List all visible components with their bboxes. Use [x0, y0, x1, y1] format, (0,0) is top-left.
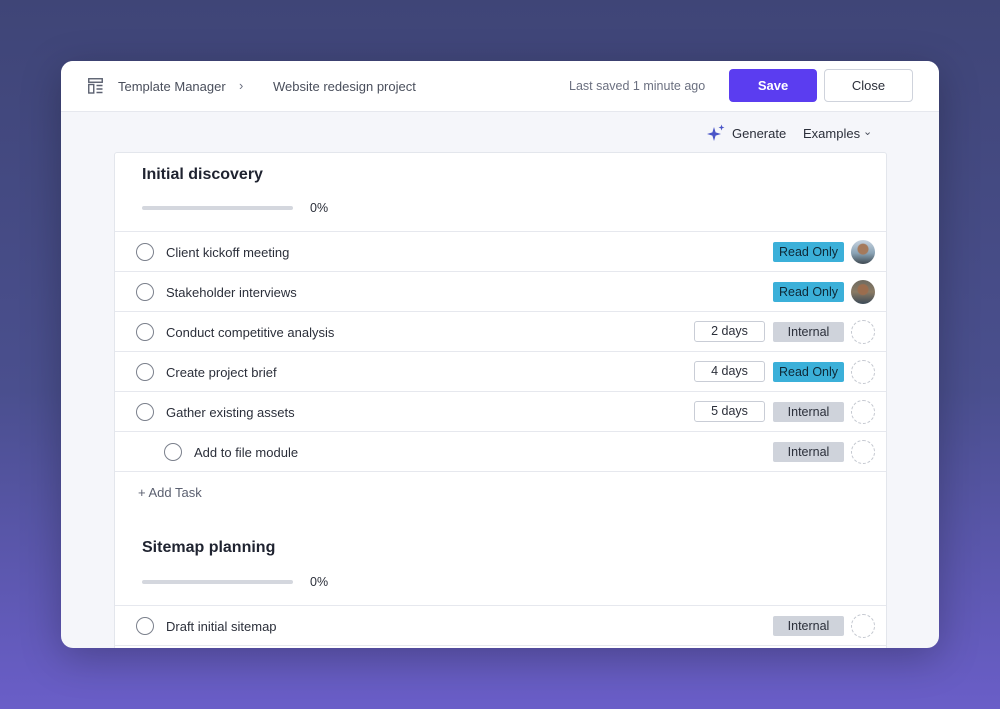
duration-field[interactable]: 2 days: [694, 321, 765, 342]
visibility-badge[interactable]: Internal: [773, 322, 844, 342]
section-progress-value: 0%: [310, 201, 329, 215]
task-row: Create project brief 4 days Read Only: [115, 351, 886, 391]
visibility-badge[interactable]: Read Only: [773, 282, 844, 302]
task-row: Stakeholder interviews Read Only: [115, 271, 886, 311]
section-progress-bar: [142, 206, 293, 210]
task-label[interactable]: Conduct competitive analysis: [166, 325, 334, 340]
duration-field[interactable]: 5 days: [694, 401, 765, 422]
task-label[interactable]: Client kickoff meeting: [166, 245, 289, 260]
subtask-row: Add to file module Internal: [115, 431, 886, 471]
generate-label: Generate: [732, 125, 787, 141]
sparkle-icon: [707, 124, 725, 141]
examples-dropdown[interactable]: Examples: [803, 126, 860, 141]
breadcrumb-template-manager[interactable]: Template Manager: [118, 79, 226, 94]
visibility-badge[interactable]: Internal: [773, 442, 844, 462]
visibility-badge[interactable]: Internal: [773, 616, 844, 636]
task-checkbox[interactable]: [136, 283, 154, 301]
divider: [115, 471, 886, 472]
assign-user-placeholder[interactable]: [851, 320, 875, 344]
visibility-badge[interactable]: Read Only: [773, 242, 844, 262]
duration-field[interactable]: 4 days: [694, 361, 765, 382]
template-editor-window: Template Manager › Website redesign proj…: [61, 61, 939, 648]
chevron-down-icon[interactable]: ⌄: [863, 125, 872, 138]
template-icon: [88, 78, 103, 94]
close-button[interactable]: Close: [824, 69, 913, 102]
section-title: Sitemap planning: [142, 539, 276, 556]
visibility-badge[interactable]: Internal: [773, 402, 844, 422]
assign-user-placeholder[interactable]: [851, 440, 875, 464]
task-row: Client kickoff meeting Read Only: [115, 231, 886, 271]
task-checkbox[interactable]: [136, 363, 154, 381]
task-label[interactable]: Create project brief: [166, 365, 277, 380]
task-row: [115, 645, 886, 648]
assign-user-placeholder[interactable]: [851, 614, 875, 638]
task-label[interactable]: Stakeholder interviews: [166, 285, 297, 300]
task-label[interactable]: Gather existing assets: [166, 405, 295, 420]
assignee-avatar[interactable]: [851, 240, 875, 264]
breadcrumb-chevron-icon: ›: [239, 78, 244, 93]
task-label[interactable]: Add to file module: [194, 445, 298, 460]
task-row: Gather existing assets 5 days Internal: [115, 391, 886, 431]
task-checkbox[interactable]: [136, 617, 154, 635]
assign-user-placeholder[interactable]: [851, 360, 875, 384]
breadcrumb-current-page: Website redesign project: [273, 79, 416, 94]
task-checkbox[interactable]: [164, 443, 182, 461]
top-bar: Template Manager › Website redesign proj…: [61, 61, 939, 112]
assign-user-placeholder[interactable]: [851, 400, 875, 424]
task-row: Conduct competitive analysis 2 days Inte…: [115, 311, 886, 351]
task-label[interactable]: Draft initial sitemap: [166, 619, 277, 634]
assignee-avatar[interactable]: [851, 280, 875, 304]
task-checkbox[interactable]: [136, 403, 154, 421]
task-list-card: Initial discovery 0% Client kickoff meet…: [114, 152, 887, 648]
task-checkbox[interactable]: [136, 243, 154, 261]
add-task-button[interactable]: + Add Task: [138, 485, 202, 500]
save-button[interactable]: Save: [729, 69, 817, 102]
generate-button[interactable]: Generate: [707, 123, 786, 143]
section-progress-bar: [142, 580, 293, 584]
visibility-badge[interactable]: Read Only: [773, 362, 844, 382]
section-title: Initial discovery: [142, 166, 263, 183]
section-progress-value: 0%: [310, 575, 329, 589]
task-checkbox[interactable]: [136, 323, 154, 341]
save-status: Last saved 1 minute ago: [569, 79, 706, 93]
task-row: Draft initial sitemap Internal: [115, 605, 886, 645]
